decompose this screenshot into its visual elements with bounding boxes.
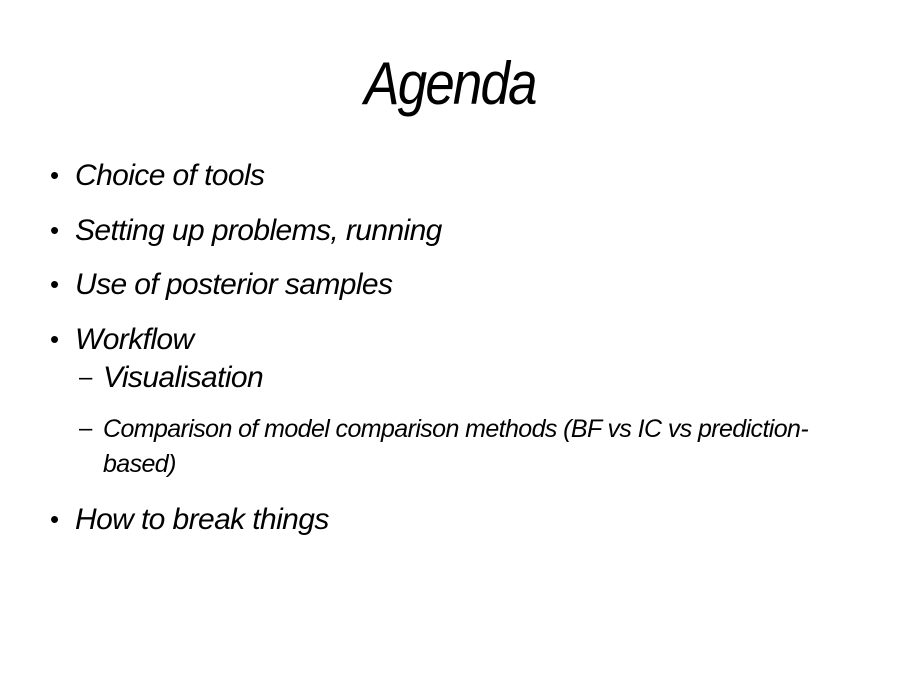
slide: Agenda • Choice of tools • Setting up pr… [0, 0, 900, 675]
bullet-icon: • [50, 214, 59, 245]
bullet-icon: • [50, 323, 59, 354]
sub-list-item: – Comparison of model comparison methods… [50, 412, 850, 482]
list-item-text: Use of posterior samples [75, 268, 393, 301]
list-item: • Use of posterior samples [50, 267, 850, 303]
list-item: • Choice of tools [50, 158, 850, 194]
sub-list-item-text: Comparison of model comparison methods (… [103, 415, 809, 478]
bullet-icon: • [50, 504, 59, 534]
list-item-text: Workflow [75, 322, 194, 356]
dash-icon: – [79, 364, 92, 391]
bullet-icon: • [50, 269, 59, 299]
list-item-text: Choice of tools [75, 159, 265, 192]
sub-list-item-text: Visualisation [103, 361, 264, 394]
dash-icon: – [79, 415, 92, 442]
list-item: • How to break things [50, 502, 850, 538]
agenda-list: • Choice of tools • Setting up problems,… [50, 158, 850, 557]
bullet-icon: • [50, 160, 59, 190]
list-item-text: Setting up problems, running [75, 213, 442, 247]
slide-title: Agenda [364, 50, 537, 117]
sub-list-item: – Visualisation [50, 360, 850, 396]
list-item: • Setting up problems, running [50, 213, 850, 249]
list-item: • Workflow [50, 322, 850, 358]
list-item-text: How to break things [75, 503, 329, 536]
